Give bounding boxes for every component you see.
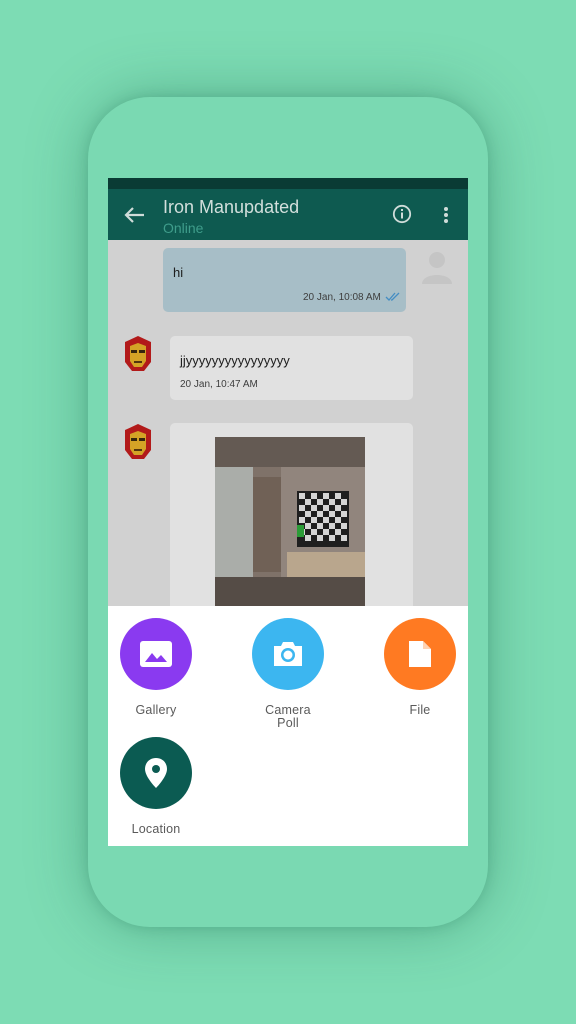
- message-bubble-outgoing[interactable]: hi 20 Jan, 10:08 AM: [163, 248, 406, 312]
- app-screen: Iron Manupdated Online hi 20 Jan, 10:08 …: [108, 178, 468, 846]
- poll-label: Poll: [277, 716, 299, 730]
- file-icon: [409, 641, 431, 667]
- camera-option[interactable]: Camera Poll: [242, 618, 334, 730]
- chat-title[interactable]: Iron Manupdated: [163, 197, 299, 218]
- message-bubble-incoming[interactable]: jjyyyyyyyyyyyyyyyy 20 Jan, 10:47 AM: [170, 336, 413, 400]
- location-label: Location: [131, 822, 181, 836]
- chat-status: Online: [163, 220, 204, 236]
- file-button[interactable]: [384, 618, 456, 690]
- user-avatar-icon: [422, 252, 452, 284]
- attachment-sheet: Gallery Camera Poll File Location: [108, 606, 468, 846]
- gallery-button[interactable]: [120, 618, 192, 690]
- back-arrow-icon[interactable]: [122, 205, 146, 225]
- message-text: hi: [173, 265, 184, 280]
- status-bar: [108, 178, 468, 189]
- location-icon: [145, 758, 167, 788]
- more-vert-icon[interactable]: [442, 205, 450, 225]
- room-photo-image[interactable]: [215, 437, 365, 607]
- chat-app-bar: Iron Manupdated Online: [108, 189, 468, 240]
- message-list[interactable]: hi 20 Jan, 10:08 AM jjyyyyyyyyyyyyyyyy 2…: [108, 240, 468, 623]
- camera-button[interactable]: [252, 618, 324, 690]
- message-time: 20 Jan, 10:08 AM: [303, 292, 381, 303]
- gallery-option[interactable]: Gallery: [110, 618, 202, 717]
- file-label: File: [409, 703, 431, 717]
- location-option[interactable]: Location: [110, 737, 202, 836]
- iron-man-avatar-icon: [125, 424, 151, 459]
- file-option[interactable]: File: [374, 618, 466, 717]
- gallery-label: Gallery: [135, 703, 177, 717]
- double-check-icon: [385, 292, 400, 301]
- message-text: jjyyyyyyyyyyyyyyyy: [180, 353, 290, 368]
- iron-man-avatar-icon: [125, 336, 151, 371]
- camera-label: Camera: [265, 703, 311, 717]
- image-icon: [140, 641, 172, 667]
- info-icon[interactable]: [392, 204, 412, 224]
- camera-icon: [274, 642, 302, 666]
- message-time: 20 Jan, 10:47 AM: [180, 379, 258, 390]
- image-message-bubble[interactable]: [170, 423, 413, 623]
- location-button[interactable]: [120, 737, 192, 809]
